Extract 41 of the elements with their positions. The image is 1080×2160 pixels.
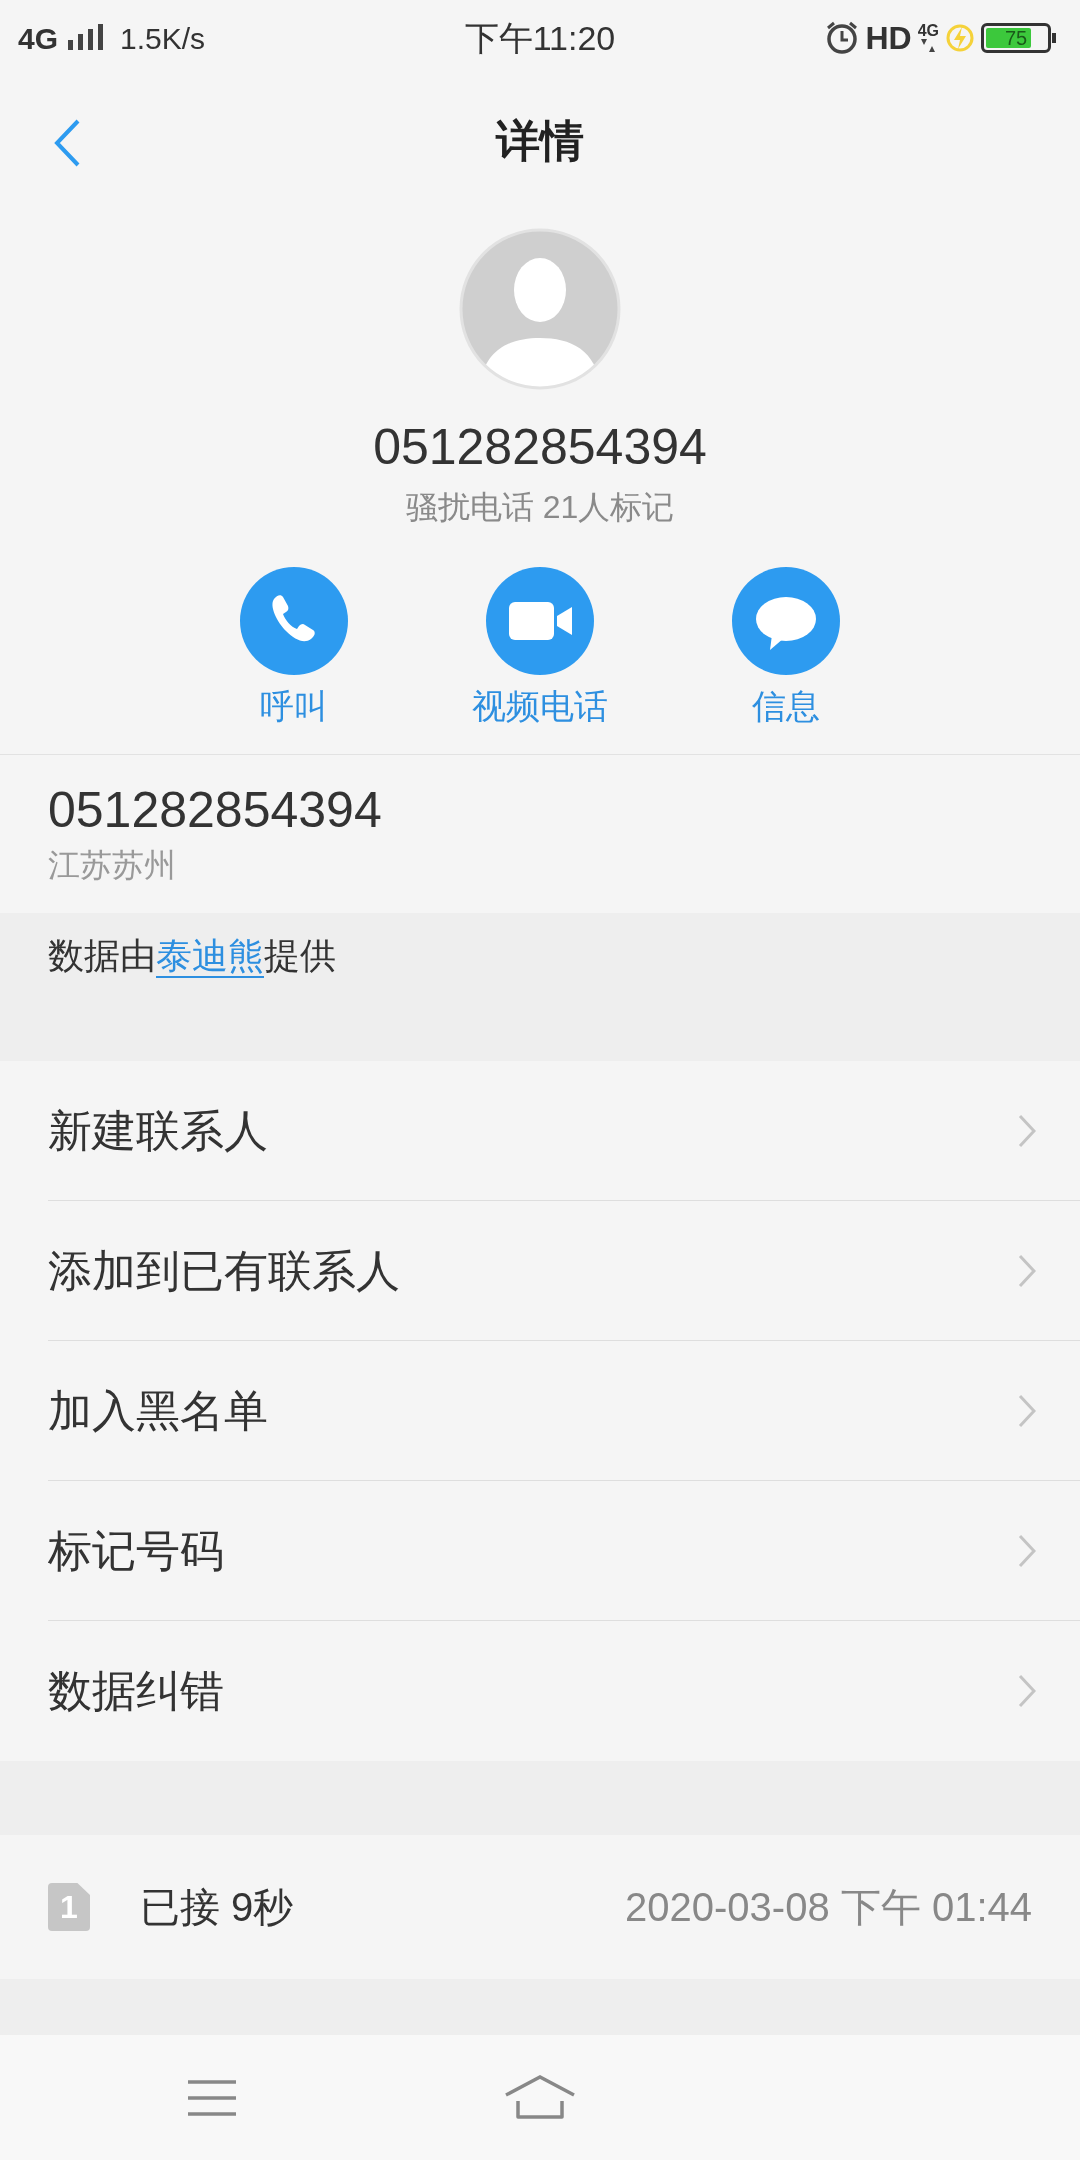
page-title: 详情 — [496, 115, 584, 167]
network-small-label: 4G — [917, 23, 939, 39]
menu-label: 新建联系人 — [48, 1104, 268, 1157]
data-arrows-icon — [920, 39, 937, 53]
menu-item[interactable]: 新建联系人 — [48, 1061, 1080, 1201]
menu-item[interactable]: 数据纠错 — [48, 1621, 1080, 1761]
chevron-right-icon — [1018, 1674, 1036, 1708]
battery-percentage: 75 — [1003, 26, 1029, 50]
phone-number: 051282854394 — [373, 418, 707, 477]
video-camera-icon — [486, 566, 594, 675]
menu-label: 数据纠错 — [48, 1665, 224, 1717]
network-label: 4G — [18, 20, 59, 57]
home-icon — [504, 2074, 576, 2121]
chevron-right-icon — [1018, 1533, 1036, 1568]
menu-item[interactable]: 标记号码 — [48, 1481, 1080, 1621]
spam-tag-text: 骚扰电话 21人标记 — [405, 487, 675, 527]
menu-label: 加入黑名单 — [48, 1384, 268, 1437]
chevron-right-icon — [1018, 1113, 1036, 1148]
phone-number: 051282854394 — [48, 780, 383, 840]
chevron-right-icon — [1018, 1253, 1036, 1288]
avatar-icon — [459, 228, 621, 390]
menu-item[interactable]: 加入黑名单 — [48, 1341, 1080, 1481]
phone-icon — [240, 566, 348, 675]
speech-bubble-icon — [732, 566, 840, 675]
hd-label: HD — [865, 19, 912, 58]
network-speed: 1.5K/s — [120, 20, 206, 57]
alarm-icon — [825, 21, 860, 55]
menu-item[interactable]: 添加到已有联系人 — [48, 1201, 1080, 1341]
clock-time: 下午11:20 — [464, 17, 616, 59]
sim-badge: 1 — [48, 1883, 90, 1931]
chevron-right-icon — [1018, 1393, 1036, 1428]
data-source-text: 数据由泰迪熊提供 — [48, 934, 337, 980]
charging-icon — [945, 23, 975, 53]
call-time: 2020-03-08 下午 01:44 — [625, 1884, 1032, 1931]
menu-label: 添加到已有联系人 — [48, 1244, 400, 1297]
location-text: 江苏苏州 — [48, 846, 177, 885]
menu-label: 标记号码 — [48, 1524, 224, 1577]
call-status: 已接 9秒 — [140, 1884, 294, 1931]
call-log-item[interactable]: 1 已接 9秒 2020-03-08 下午 01:44 — [0, 1835, 1080, 1979]
menu-icon — [186, 2077, 238, 2118]
back-icon — [52, 118, 82, 168]
